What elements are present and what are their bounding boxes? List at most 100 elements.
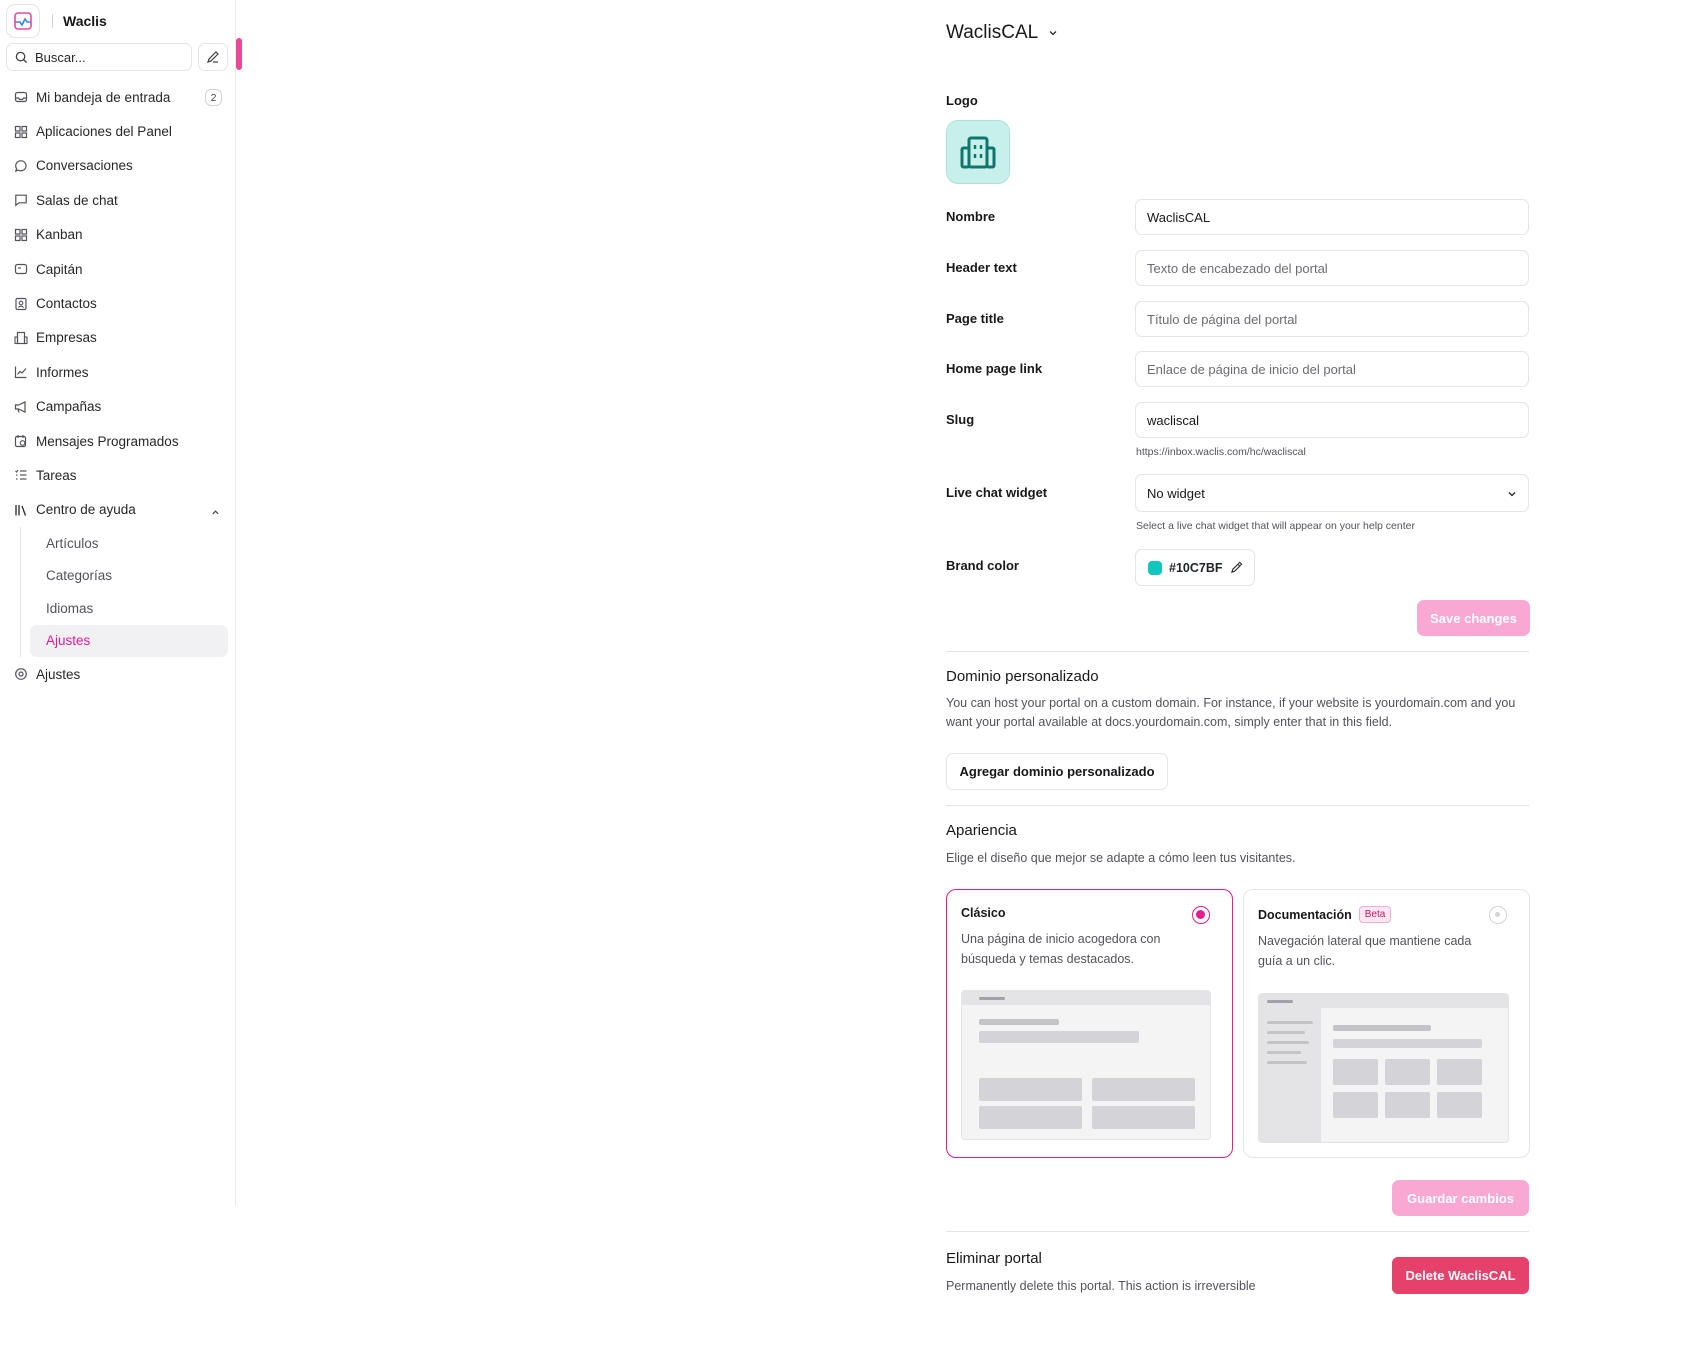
docs-layout-preview (1258, 993, 1509, 1143)
chevron-down-icon (1507, 487, 1517, 502)
portal-switcher[interactable]: WaclisCAL (946, 22, 1058, 44)
help-center-subnav: Artículos Categorías Idiomas Ajustes (20, 527, 236, 658)
classic-card-description: Una página de inicio acogedora con búsqu… (961, 932, 1161, 966)
brand-color-value: #10C7BF (1169, 560, 1223, 575)
sidebar-item-label: Empresas (36, 330, 97, 346)
slug-url-hint: https://inbox.waclis.com/hc/wacliscal (1136, 446, 1306, 458)
home-link-label: Home page link (946, 361, 1043, 376)
preview-sidebar (1259, 1008, 1321, 1142)
section-divider (946, 651, 1529, 652)
sidebar-item-label: Mi bandeja de entrada (36, 89, 171, 105)
brand-color-label: Brand color (946, 558, 1019, 573)
preview-header (1259, 994, 1508, 1008)
header-text-label: Header text (946, 260, 1017, 275)
custom-domain-title: Dominio personalizado (946, 668, 1099, 685)
sidebar-item-scheduled-messages[interactable]: Mensajes Programados (0, 424, 236, 458)
section-divider (946, 805, 1529, 806)
sidebar-item-label: Salas de chat (36, 192, 118, 208)
preview-heading-bar (979, 1019, 1059, 1025)
sidebar-item-contacts[interactable]: Contactos (0, 286, 236, 320)
preview-tile (1333, 1059, 1378, 1085)
slug-field[interactable]: wacliscal (1135, 402, 1529, 438)
subnav-item-articles[interactable]: Artículos (30, 527, 228, 560)
layout-card-documentation[interactable]: Documentación Beta Navegación lateral qu… (1243, 889, 1530, 1158)
search-icon (15, 51, 28, 63)
inbox-count-badge: 2 (205, 89, 222, 106)
grid-icon (14, 125, 28, 139)
home-link-field[interactable]: Enlace de página de inicio del portal (1135, 351, 1529, 387)
sidebar-item-label: Aplicaciones del Panel (36, 124, 172, 140)
appearance-description: Elige el diseño que mejor se adapte a có… (946, 851, 1296, 865)
custom-domain-description: You can host your portal on a custom dom… (946, 696, 1516, 729)
layout-card-classic[interactable]: Clásico Una página de inicio acogedora c… (946, 889, 1233, 1158)
sidebar-item-label: Informes (36, 364, 89, 380)
contacts-icon (14, 297, 28, 311)
sidebar-item-reports[interactable]: Informes (0, 355, 236, 389)
checklist-icon (14, 468, 28, 482)
inbox-icon (14, 90, 28, 104)
docs-card-title: Documentación Beta (1258, 906, 1392, 923)
save-appearance-button[interactable]: Guardar cambios (1392, 1180, 1529, 1216)
sidebar-item-inbox[interactable]: Mi bandeja de entrada 2 (0, 80, 236, 114)
sidebar-item-label: Campañas (36, 399, 102, 415)
sidebar-item-companies[interactable]: Empresas (0, 321, 236, 355)
name-field[interactable]: WaclisCAL (1135, 199, 1529, 235)
subnav-item-locales[interactable]: Idiomas (30, 592, 228, 625)
preview-heading-bar (1333, 1025, 1431, 1031)
preview-logo-bar (1267, 1000, 1293, 1003)
eyedropper-icon (1230, 561, 1242, 574)
delete-portal-title: Eliminar portal (946, 1250, 1042, 1267)
preview-search-bar (979, 1031, 1139, 1043)
compose-button[interactable] (198, 43, 228, 71)
sidebar-item-chat-rooms[interactable]: Salas de chat (0, 183, 236, 217)
save-changes-button[interactable]: Save changes (1417, 600, 1530, 636)
subnav-item-settings[interactable]: Ajustes (30, 624, 228, 658)
preview-search-bar (1333, 1039, 1482, 1048)
sidebar-item-label: Conversaciones (36, 158, 133, 174)
kanban-icon (14, 228, 28, 242)
sidebar-item-captain[interactable]: Capitán (0, 252, 236, 286)
subnav-item-categories[interactable]: Categorías (30, 560, 228, 593)
sidebar-resize-handle[interactable] (236, 38, 242, 70)
brand-color-picker[interactable]: #10C7BF (1135, 549, 1255, 586)
delete-portal-button[interactable]: Delete WaclisCAL (1392, 1257, 1529, 1294)
widget-label: Live chat widget (946, 485, 1048, 500)
chevron-up-icon[interactable] (211, 505, 220, 520)
preview-tile (979, 1106, 1082, 1129)
search-row: Buscar... (6, 43, 228, 71)
header-text-field[interactable]: Texto de encabezado del portal (1135, 250, 1529, 286)
sidebar-item-label: Capitán (36, 261, 83, 277)
widget-select[interactable]: No widget (1135, 474, 1529, 512)
preview-tile (1385, 1059, 1430, 1085)
chevron-down-icon (1049, 31, 1057, 36)
app-logo-icon[interactable] (6, 4, 40, 38)
sidebar-item-label: Tareas (36, 467, 77, 483)
page-title-field[interactable]: Título de página del portal (1135, 301, 1529, 337)
sidebar-item-help-center[interactable]: Centro de ayuda (0, 493, 236, 527)
brand-separator (52, 14, 53, 28)
preview-tile (1092, 1078, 1195, 1101)
classic-radio[interactable] (1192, 906, 1210, 924)
library-icon (14, 503, 28, 517)
building-icon (960, 136, 996, 169)
sidebar-item-conversations[interactable]: Conversaciones (0, 149, 236, 183)
search-input[interactable]: Buscar... (6, 43, 192, 71)
sidebar-item-campaigns[interactable]: Campañas (0, 390, 236, 424)
color-swatch (1148, 560, 1162, 575)
app-name[interactable]: Waclis (63, 13, 107, 29)
sidebar-item-dashboard-apps[interactable]: Aplicaciones del Panel (0, 114, 236, 148)
logo-label: Logo (946, 93, 978, 108)
preview-tile (1092, 1106, 1195, 1129)
delete-portal-description: Permanently delete this portal. This act… (946, 1279, 1256, 1293)
sidebar-item-settings[interactable]: Ajustes (0, 657, 236, 691)
search-placeholder: Buscar... (35, 49, 86, 65)
add-custom-domain-button[interactable]: Agregar dominio personalizado (946, 753, 1168, 790)
preview-nav-line (1267, 1051, 1301, 1054)
preview-tile (1437, 1059, 1482, 1085)
portal-logo-upload[interactable] (946, 120, 1010, 184)
sidebar-item-kanban[interactable]: Kanban (0, 218, 236, 252)
slug-label: Slug (946, 412, 975, 427)
sidebar-item-tasks[interactable]: Tareas (0, 458, 236, 492)
preview-nav-line (1267, 1041, 1309, 1044)
docs-radio[interactable] (1489, 906, 1507, 924)
